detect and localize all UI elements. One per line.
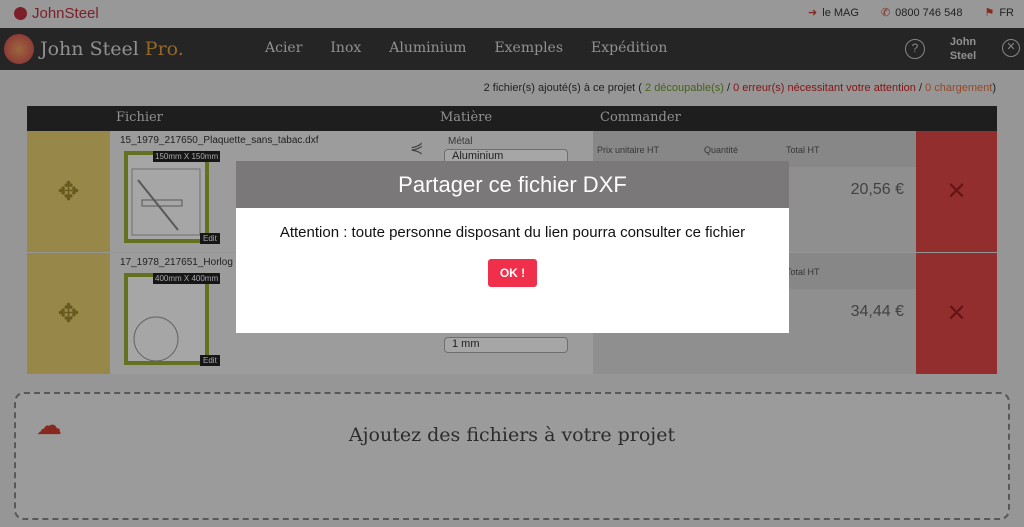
share-dialog: Partager ce fichier DXF Attention : tout… <box>236 161 789 333</box>
dialog-message: Attention : toute personne disposant du … <box>279 224 746 241</box>
ok-button[interactable]: OK ! <box>487 259 538 287</box>
dialog-title: Partager ce fichier DXF <box>236 161 789 208</box>
